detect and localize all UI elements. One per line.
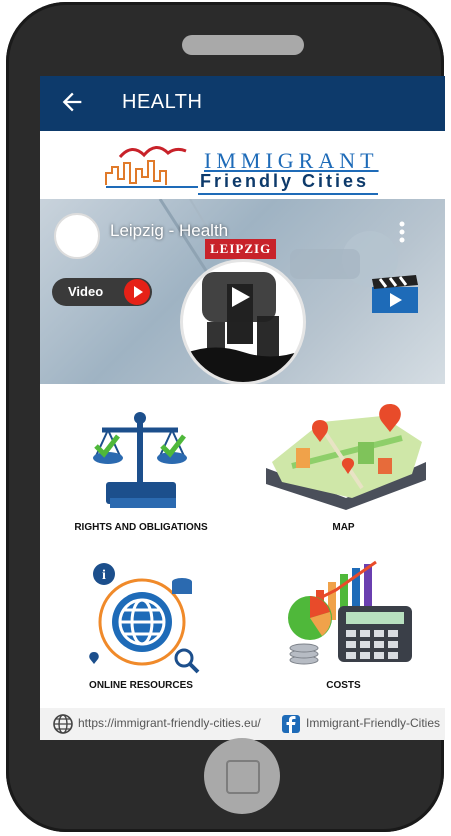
facebook-icon	[282, 715, 300, 733]
footer-bar: https://immigrant-friendly-cities.eu/ Im…	[40, 708, 445, 740]
youtube-play-icon	[124, 279, 150, 305]
logo-underline	[198, 193, 378, 195]
tile-label: RIGHTS AND OBLIGATIONS	[74, 522, 208, 533]
channel-avatar[interactable]	[54, 213, 100, 259]
video-player[interactable]: Leipzig - Health LEIPZIG Video	[40, 199, 445, 384]
home-square-icon	[226, 760, 260, 794]
tile-rights-and-obligations[interactable]: RIGHTS AND OBLIGATIONS	[40, 396, 242, 544]
logo-text-friendly-cities: Friendly Cities	[200, 171, 370, 191]
svg-text:i: i	[102, 568, 106, 583]
video-chip-label: Video	[68, 284, 104, 299]
app-bar: HEALTH	[40, 76, 445, 131]
city-badge: LEIPZIG	[205, 239, 277, 259]
clapperboard-icon	[372, 275, 418, 313]
globe-network-icon: i	[89, 563, 200, 674]
home-button[interactable]	[204, 738, 280, 814]
tile-label: ONLINE RESOURCES	[89, 680, 193, 691]
back-arrow-icon[interactable]	[58, 88, 86, 116]
speaker-grille	[182, 35, 304, 55]
globe-icon	[53, 714, 73, 734]
city-skyline-logo-icon	[105, 146, 198, 188]
tile-map[interactable]: MAP	[242, 396, 445, 544]
logo-banner: IMMIGRANT Friendly Cities	[40, 131, 445, 199]
scales-of-justice-icon	[93, 412, 187, 508]
play-icon	[232, 287, 250, 307]
app-screen: HEALTH IMMIGRANT Friendly Cities Leipzig…	[40, 76, 445, 740]
video-title[interactable]: Leipzig - Health	[110, 221, 228, 241]
facebook-link[interactable]: Immigrant-Friendly-Cities	[306, 716, 440, 730]
play-button[interactable]	[202, 272, 276, 322]
tile-costs[interactable]: COSTS	[242, 554, 445, 702]
more-options-icon[interactable]	[398, 221, 406, 243]
website-link[interactable]: https://immigrant-friendly-cities.eu/	[78, 716, 261, 730]
city-map-icon	[266, 404, 426, 510]
tile-label: COSTS	[326, 680, 361, 691]
tile-online-resources[interactable]: i ONLINE RESOURCES	[40, 554, 242, 702]
phone-frame: HEALTH IMMIGRANT Friendly Cities Leipzig…	[6, 2, 445, 832]
page-title: HEALTH	[122, 91, 203, 113]
tile-label: MAP	[332, 522, 355, 533]
video-chip: Video	[52, 278, 152, 306]
costs-calculator-chart-icon	[288, 560, 412, 665]
